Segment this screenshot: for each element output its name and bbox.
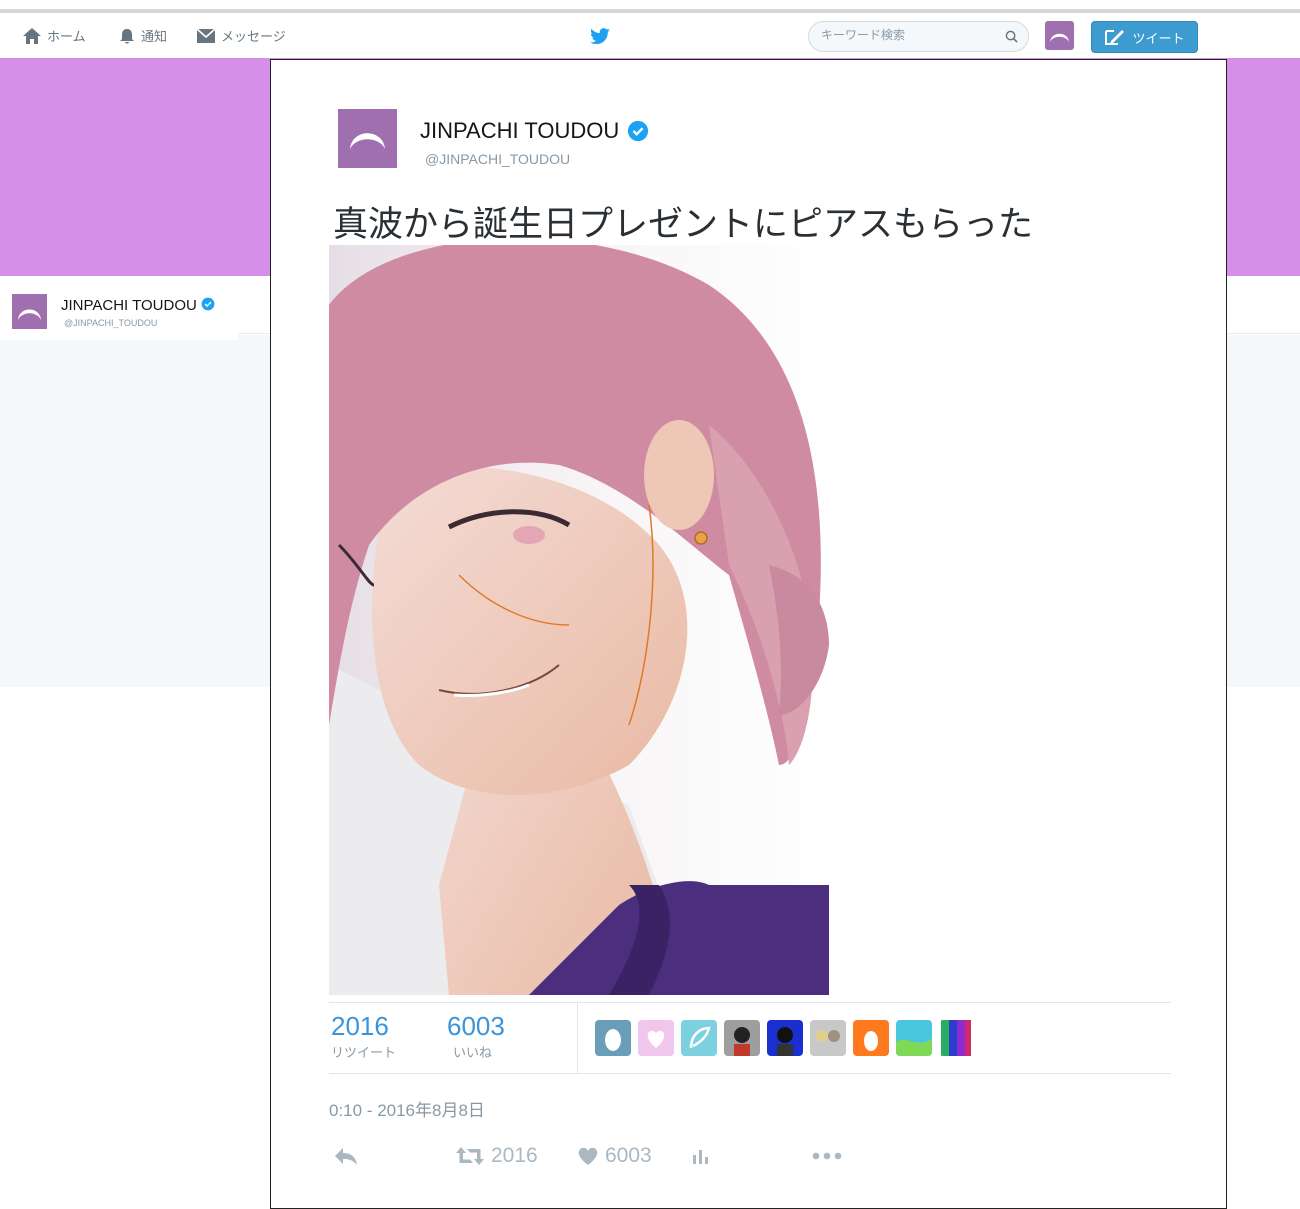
reply-button[interactable] [333,1140,365,1172]
tweet-author-name-text: JINPACHI TOUDOU [420,118,620,143]
retweet-label: リツイート [331,1046,397,1061]
search-icon[interactable] [1005,30,1018,43]
retweet-action-count: 2016 [491,1144,538,1167]
twitter-bird-icon[interactable] [589,28,611,46]
nav-messages-label: メッセージ [221,30,286,45]
search-box[interactable] [808,21,1029,52]
verified-badge-icon [201,297,215,311]
heart-icon [578,1147,598,1165]
like-stat[interactable]: 6003 いいね [447,1011,505,1061]
analytics-icon [693,1150,708,1164]
account-avatar[interactable] [1045,21,1074,50]
retweet-icon [456,1147,484,1165]
profile-handle[interactable]: @JINPACHI_TOUDOU [64,318,157,328]
search-input[interactable] [821,28,1001,42]
like-label: いいね [453,1046,493,1061]
liker-avatar[interactable] [810,1020,846,1056]
liker-avatar[interactable] [853,1020,889,1056]
tweet-timestamp[interactable]: 0:10 - 2016年8月8日 [329,1096,485,1121]
retweet-button[interactable]: 2016 [455,1140,538,1172]
liker-avatar[interactable] [681,1020,717,1056]
nav-messages[interactable]: メッセージ [196,13,286,58]
nav-notifications-label: 通知 [141,30,168,45]
tweet-text: 真波から誕生日プレゼントにピアスもらった [333,205,1034,245]
liker-avatars [595,1020,982,1056]
nav-home-label: ホーム [47,30,86,45]
tweet-permalink-modal: JINPACHI TOUDOU @JINPACHI_TOUDOU 真波から誕生日… [270,59,1227,1209]
profile-display-name[interactable]: JINPACHI TOUDOU [61,297,215,314]
liker-avatar[interactable] [638,1020,674,1056]
liker-avatar[interactable] [724,1020,760,1056]
verified-badge-icon [628,120,649,142]
compose-tweet-label: ツイート [1132,31,1185,47]
nav-home[interactable]: ホーム [22,13,86,58]
more-button[interactable] [811,1140,849,1172]
like-count: 6003 [447,1011,505,1041]
tweet-actions: 2016 6003 [329,1140,1171,1172]
liker-avatar[interactable] [595,1020,631,1056]
retweet-count: 2016 [331,1011,389,1041]
analytics-button[interactable] [691,1140,717,1172]
tweet-author-avatar[interactable] [338,109,397,168]
liker-avatar[interactable] [939,1020,975,1056]
tweet-media-image[interactable] [329,245,829,995]
envelope-icon [196,27,216,43]
top-navigation: ホーム 通知 メッセージ ツイート [0,13,1300,58]
profile-avatar[interactable] [12,294,47,329]
nav-notifications[interactable]: 通知 [118,13,167,58]
profile-display-name-text: JINPACHI TOUDOU [61,297,197,314]
retweet-stat[interactable]: 2016 リツイート [331,1011,396,1061]
tweet-author-handle[interactable]: @JINPACHI_TOUDOU [425,151,570,167]
more-icon [812,1152,842,1160]
stat-divider [577,1003,578,1073]
liker-avatar[interactable] [767,1020,803,1056]
tweet-stats: 2016 リツイート 6003 いいね [329,1002,1171,1074]
liker-avatar[interactable] [896,1020,932,1056]
bell-icon [120,28,134,43]
compose-tweet-button[interactable]: ツイート [1091,21,1198,53]
like-button[interactable]: 6003 [577,1140,652,1172]
reply-icon [335,1148,357,1165]
tweet-author-name[interactable]: JINPACHI TOUDOU [420,118,649,144]
home-icon [23,27,41,44]
compose-icon [1105,30,1125,45]
like-action-count: 6003 [605,1144,652,1167]
profile-card-compact[interactable]: JINPACHI TOUDOU @JINPACHI_TOUDOU [0,288,238,340]
